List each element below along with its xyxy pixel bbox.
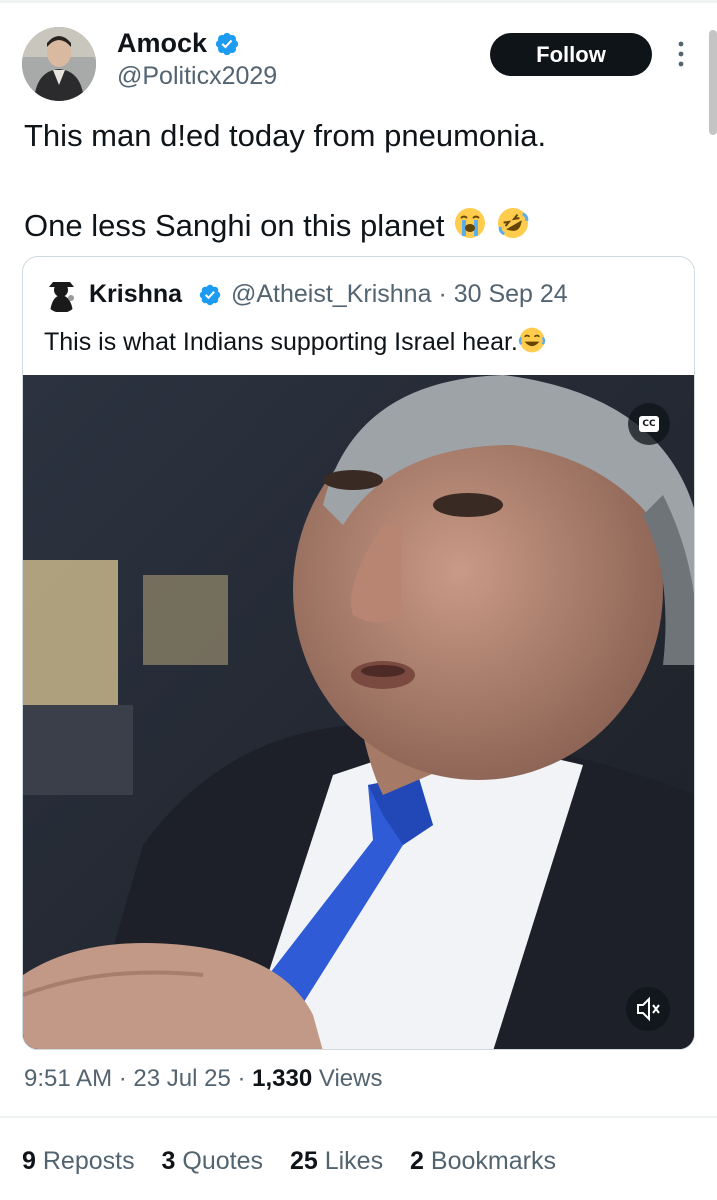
verified-badge-icon: [215, 32, 239, 56]
tweet-text-line-2: One less Sanghi on this planet: [24, 206, 530, 244]
volume-muted-icon: [637, 996, 660, 1022]
quoted-meta: @Atheist_Krishna · 30 Sep 24: [231, 279, 568, 309]
reposts-count: 9: [22, 1147, 36, 1175]
loudly-crying-face-icon: [455, 208, 486, 238]
likes-stat[interactable]: 25 Likes: [290, 1147, 383, 1175]
author-name[interactable]: Amock: [117, 28, 207, 58]
quoted-video-player[interactable]: CC: [23, 375, 694, 1049]
top-border: [0, 0, 717, 3]
quoted-author-name[interactable]: Krishna: [89, 279, 182, 309]
author-handle[interactable]: @Politicx2029: [117, 62, 277, 90]
rolling-on-the-floor-laughing-icon: [497, 208, 529, 238]
reposts-stat[interactable]: 9 Reposts: [22, 1147, 135, 1175]
quoted-tweet-text: This is what Indians supporting Israel h…: [44, 326, 546, 358]
mute-button[interactable]: [626, 987, 670, 1031]
tweet-time[interactable]: 9:51 AM: [24, 1065, 112, 1092]
quoted-author-handle[interactable]: @Atheist_Krishna: [231, 280, 431, 308]
quoted-tweet-text-content: This is what Indians supporting Israel h…: [44, 328, 518, 356]
tweet-date[interactable]: 23 Jul 25: [133, 1065, 230, 1092]
likes-label: Likes: [324, 1147, 384, 1175]
quotes-label: Quotes: [182, 1147, 263, 1175]
views-label: Views: [318, 1065, 383, 1092]
meta-separator: ·: [118, 1065, 127, 1092]
face-with-tears-of-joy-icon: [518, 327, 546, 353]
bookmarks-count: 2: [410, 1147, 424, 1175]
bookmarks-label: Bookmarks: [430, 1147, 556, 1175]
captions-icon: CC: [639, 416, 659, 432]
quoted-date[interactable]: 30 Sep 24: [454, 280, 568, 308]
bookmarks-stat[interactable]: 2 Bookmarks: [410, 1147, 556, 1175]
reposts-label: Reposts: [42, 1147, 135, 1175]
tweet-text-line-2-text: One less Sanghi on this planet: [24, 208, 445, 243]
quotes-count: 3: [161, 1147, 176, 1175]
author-avatar[interactable]: [22, 27, 96, 101]
quoted-author-avatar[interactable]: [44, 278, 79, 313]
quotes-stat[interactable]: 3 Quotes: [162, 1147, 263, 1175]
scrollbar-thumb[interactable]: [709, 30, 717, 135]
more-options-icon[interactable]: [676, 40, 686, 68]
meta-separator: ·: [237, 1065, 246, 1092]
follow-button[interactable]: Follow: [490, 33, 652, 76]
tweet-timestamp-row: 9:51 AM · 23 Jul 25 · 1,330 Views: [24, 1064, 382, 1094]
divider: [0, 1116, 717, 1118]
views-count: 1,330: [252, 1065, 313, 1092]
quoted-verified-badge-icon: [199, 284, 221, 306]
quoted-tweet-card[interactable]: Krishna @Atheist_Krishna · 30 Sep 24 Thi…: [22, 256, 695, 1050]
quoted-separator: ·: [438, 280, 447, 308]
captions-button[interactable]: CC: [628, 403, 670, 445]
tweet-text-line-1: This man d!ed today from pneumonia.: [24, 118, 547, 153]
video-frame: [23, 375, 694, 1049]
engagement-stats: 9 Reposts 3 Quotes 25 Likes 2 Bookmarks: [22, 1145, 576, 1177]
likes-count: 25: [289, 1147, 318, 1175]
